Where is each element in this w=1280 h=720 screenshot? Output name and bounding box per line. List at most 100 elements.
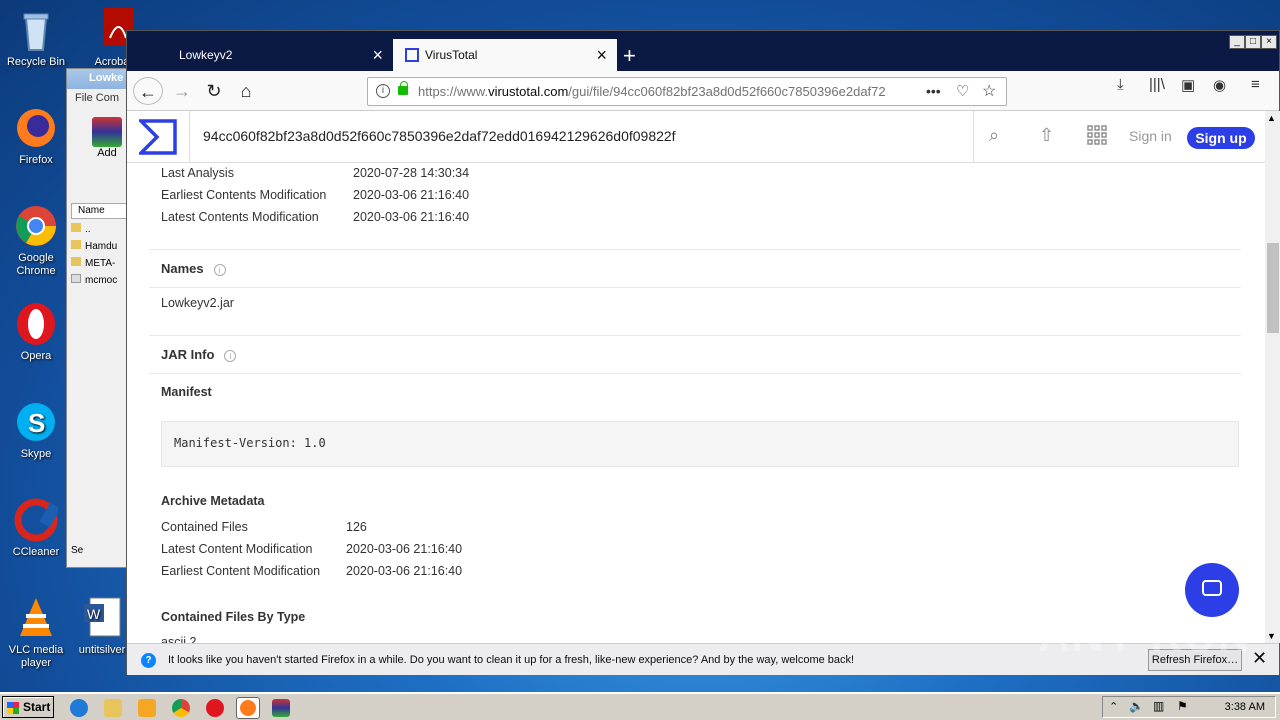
page-content: Last Analysis 2020-07-28 14:30:34 Earlies… <box>127 163 1265 643</box>
notification-message: It looks like you haven't started Firefo… <box>168 654 855 666</box>
desktop-icon-chrome[interactable]: Google Chrome <box>0 204 72 278</box>
account-icon[interactable]: ◉ <box>1213 76 1226 94</box>
manifest-title: Manifest <box>161 385 212 399</box>
info-icon[interactable]: i <box>376 84 390 98</box>
network-icon[interactable]: ▥ <box>1153 699 1164 713</box>
chrome-taskbar-icon[interactable] <box>172 699 190 717</box>
sign-up-button[interactable]: Sign up <box>1187 127 1255 149</box>
chat-button[interactable] <box>1185 563 1239 617</box>
history-key: Earliest Contents Modification <box>161 188 327 202</box>
archive-metadata-title: Archive Metadata <box>161 494 265 508</box>
clock[interactable]: 3:38 AM <box>1225 701 1265 713</box>
start-button[interactable]: Start <box>2 696 54 718</box>
word-document-icon: W <box>80 596 124 640</box>
list-item[interactable]: META- <box>71 255 127 272</box>
search-icon[interactable]: ⌕ <box>989 125 999 146</box>
navigation-bar: ← → ↻ ⌂ i https://www.virustotal.com/gui… <box>127 71 1279 111</box>
desktop-icon-label: Google Chrome <box>16 252 56 277</box>
winrar-taskbar-icon[interactable] <box>272 699 290 717</box>
library-icon[interactable]: |||\ <box>1149 76 1165 93</box>
lock-icon[interactable] <box>398 81 408 95</box>
opera-icon <box>14 302 58 346</box>
desktop-icon-label: Recycle Bin <box>6 56 66 68</box>
new-tab-button[interactable]: + <box>623 43 636 69</box>
menu-icon[interactable]: ≡ <box>1251 76 1260 93</box>
list-item[interactable]: Hamdu <box>71 238 127 255</box>
upload-icon[interactable]: ⇧ <box>1039 125 1054 146</box>
divider <box>149 373 1241 374</box>
opera-taskbar-icon[interactable] <box>206 699 224 717</box>
page-actions-icon[interactable]: ••• <box>926 83 941 99</box>
contained-files-title: Contained Files By Type <box>161 610 306 624</box>
sidebar-icon[interactable]: ▣ <box>1181 76 1195 94</box>
desktop-icon-label: Skype <box>20 448 52 460</box>
list-item[interactable]: mcmoc <box>71 272 127 289</box>
close-tab-icon[interactable]: × <box>596 45 607 66</box>
archive-key: Latest Content Modification <box>161 542 313 556</box>
scroll-up-icon[interactable]: ▲ <box>1267 113 1276 123</box>
desktop-icon-label: untitsilver <box>78 644 126 656</box>
virustotal-header: 94cc060f82bf23a8d0d52f660c7850396e2daf72… <box>127 111 1265 163</box>
reload-button[interactable]: ↻ <box>199 77 229 105</box>
bookmark-star-icon[interactable]: ☆ <box>982 81 996 101</box>
winrar-col-name[interactable]: Name <box>71 203 127 219</box>
desktop-icon-ccleaner[interactable]: CCleaner <box>0 498 72 559</box>
close-window-button[interactable]: × <box>1261 35 1277 49</box>
tab-virustotal[interactable]: VirusTotal × <box>393 39 617 71</box>
desktop: Recycle Bin Acroba Firefox Google Chrome… <box>0 0 1280 692</box>
url-text[interactable]: https://www.virustotal.com/gui/file/94cc… <box>418 84 888 99</box>
ie-icon[interactable] <box>70 699 88 717</box>
forward-button[interactable]: → <box>167 77 197 105</box>
desktop-icon-firefox[interactable]: Firefox <box>0 106 72 167</box>
downloads-icon[interactable]: ⤓ <box>1117 76 1124 93</box>
firefox-icon <box>14 106 58 150</box>
scrollbar[interactable]: ▲ ▼ <box>1265 111 1280 643</box>
close-notification-icon[interactable]: ✕ <box>1252 648 1267 669</box>
desktop-icon-label: VLC media player <box>8 644 64 669</box>
virustotal-logo-icon[interactable] <box>136 119 177 155</box>
info-icon[interactable]: i <box>213 263 226 276</box>
winrar-status: Se <box>71 545 84 556</box>
winrar-add-button[interactable]: Add <box>89 117 125 169</box>
winrar-add-label: Add <box>97 147 117 159</box>
info-icon[interactable]: i <box>224 349 237 362</box>
tab-label: Lowkeyv2 <box>179 48 233 62</box>
tab-lowkeyv2[interactable]: Lowkeyv2 × <box>167 39 393 71</box>
close-tab-icon[interactable]: × <box>372 45 383 66</box>
apps-grid-icon[interactable] <box>1087 125 1107 145</box>
minimize-button[interactable]: _ <box>1229 35 1245 49</box>
manifest-code-box: Manifest-Version: 1.0 <box>161 421 1239 467</box>
divider <box>149 335 1241 336</box>
winrar-titlebar: Lowke <box>67 69 129 89</box>
volume-icon[interactable]: 🔈 <box>1129 699 1144 713</box>
scrollbar-thumb[interactable] <box>1267 243 1279 333</box>
desktop-icon-vlc[interactable]: VLC media player <box>0 596 72 670</box>
history-value: 2020-03-06 21:16:40 <box>353 210 470 224</box>
history-key: Latest Contents Modification <box>161 210 319 224</box>
desktop-icon-recycle-bin[interactable]: Recycle Bin <box>0 8 72 69</box>
file-hash[interactable]: 94cc060f82bf23a8d0d52f660c7850396e2daf72… <box>203 128 676 144</box>
firefox-icon <box>240 700 256 716</box>
desktop-icon-opera[interactable]: Opera <box>0 302 72 363</box>
desktop-icon-skype[interactable]: S Skype <box>0 400 72 461</box>
maximize-button[interactable]: □ <box>1245 35 1261 49</box>
recycle-bin-icon <box>14 8 58 52</box>
explorer-icon[interactable] <box>104 699 122 717</box>
history-key: Last Analysis <box>161 166 234 180</box>
media-player-icon[interactable] <box>138 699 156 717</box>
list-item[interactable]: .. <box>71 221 127 238</box>
firefox-taskbar-button[interactable] <box>236 697 260 719</box>
pocket-icon[interactable]: ♡ <box>956 82 969 100</box>
system-tray: ⌃ 🔈 ▥ ⚑ 3:38 AM <box>1102 696 1276 718</box>
history-value: 2020-07-28 14:30:34 <box>353 166 470 180</box>
url-bar[interactable]: i https://www.virustotal.com/gui/file/94… <box>367 77 1007 106</box>
home-button[interactable]: ⌂ <box>231 77 261 105</box>
back-button[interactable]: ← <box>133 77 163 105</box>
scroll-down-icon[interactable]: ▼ <box>1267 631 1276 641</box>
flag-icon[interactable]: ⚑ <box>1177 699 1188 713</box>
show-hidden-icons-icon[interactable]: ⌃ <box>1109 700 1118 713</box>
winrar-window[interactable]: Lowke File Com Add Name .. Hamdu META- m… <box>66 68 130 568</box>
sign-in-link[interactable]: Sign in <box>1129 128 1172 144</box>
winrar-menu[interactable]: File Com <box>67 89 129 107</box>
desktop-icon-label: CCleaner <box>12 546 60 558</box>
